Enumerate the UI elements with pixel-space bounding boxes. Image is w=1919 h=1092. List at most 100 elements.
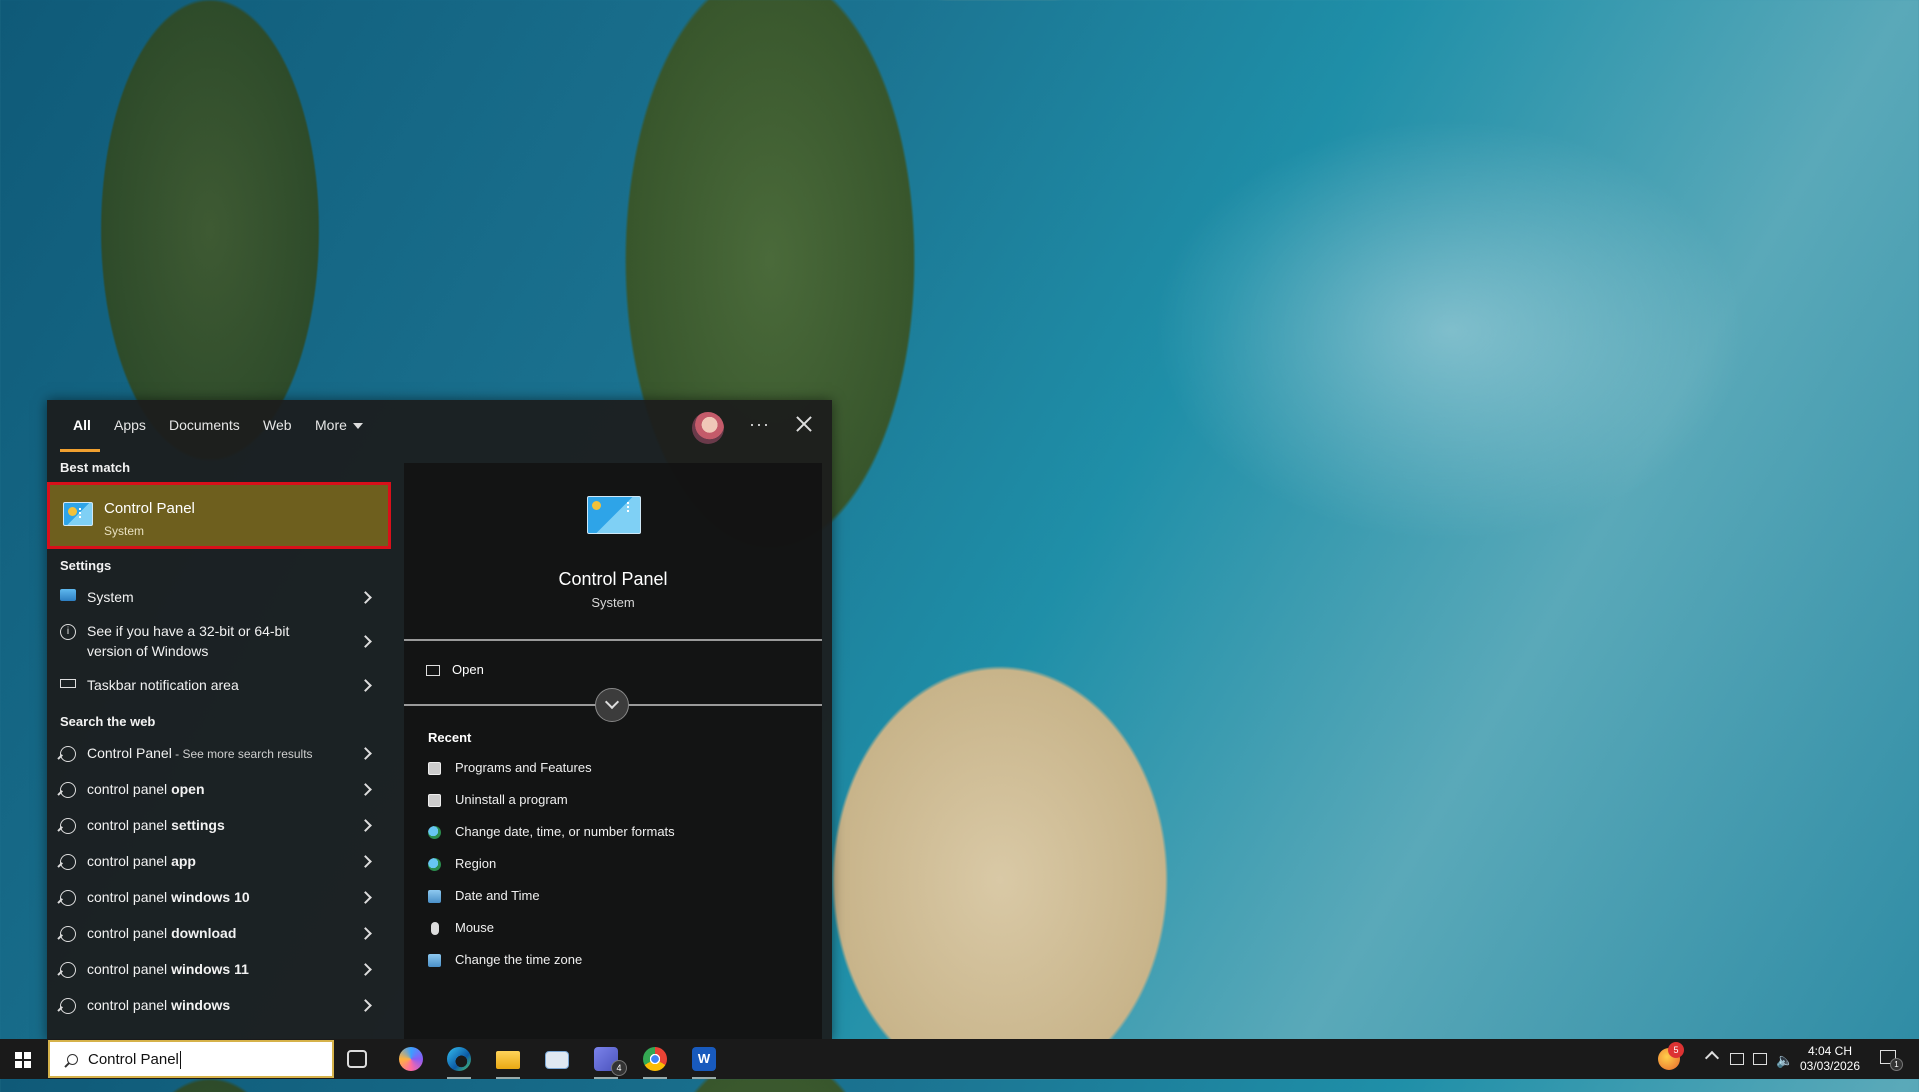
- web-result-bold: open: [171, 781, 205, 797]
- control-panel-icon: [587, 496, 641, 534]
- avatar[interactable]: [692, 412, 724, 444]
- search-icon: [60, 962, 76, 978]
- open-icon: [426, 665, 440, 677]
- recent-item-label: Region: [455, 856, 497, 871]
- input-indicator-icon[interactable]: [1730, 1053, 1744, 1065]
- preview-title: Control Panel: [558, 569, 668, 589]
- recent-item-label: Programs and Features: [455, 760, 592, 775]
- teams-badge: 4: [611, 1060, 627, 1076]
- chrome-icon[interactable]: [643, 1047, 667, 1071]
- text-cursor: [180, 1051, 181, 1069]
- chevron-right-icon: [359, 819, 372, 832]
- control-panel-icon: [63, 502, 93, 526]
- chevron-right-icon: [359, 679, 372, 692]
- recent-item-change-time-zone[interactable]: Change the time zone: [428, 952, 583, 968]
- volume-icon[interactable]: 🔈: [1776, 1052, 1793, 1092]
- best-match-control-panel[interactable]: Control Panel System: [47, 482, 391, 549]
- expand-button[interactable]: [595, 688, 629, 722]
- web-result-bold: app: [171, 853, 196, 869]
- tab-more-label: More: [315, 417, 347, 433]
- recent-item-programs-and-features[interactable]: Programs and Features: [428, 760, 592, 776]
- tab-documents[interactable]: Documents: [169, 417, 240, 433]
- web-result-app[interactable]: control panel app: [47, 843, 390, 879]
- settings-item-taskbar-notification-area[interactable]: Taskbar notification area: [47, 667, 390, 703]
- web-result-windows-11[interactable]: control panel windows 11: [47, 951, 390, 987]
- file-explorer-icon[interactable]: [496, 1051, 520, 1069]
- tab-all[interactable]: All: [73, 417, 91, 433]
- web-result-prefix: control panel: [87, 925, 172, 941]
- preview-pane: Control Panel System Open Recent Program…: [404, 463, 822, 1041]
- web-result-settings[interactable]: control panel settings: [47, 807, 390, 843]
- web-result-prefix: control panel: [87, 889, 172, 905]
- best-match-heading: Best match: [60, 460, 131, 475]
- web-result-download[interactable]: control panel download: [47, 915, 390, 951]
- taskbar: Control Panel 4 W 5 🔈 4:04 CH 03/03/2026…: [0, 1039, 1919, 1079]
- open-button[interactable]: Open: [426, 662, 484, 677]
- program-icon: [428, 794, 441, 808]
- clock-icon: [428, 890, 441, 904]
- monitor-icon: [60, 589, 76, 601]
- settings-item-system[interactable]: System: [47, 579, 390, 615]
- search-icon: [60, 818, 76, 834]
- network-icon[interactable]: [1753, 1053, 1767, 1065]
- mouse-icon: [431, 922, 439, 936]
- recent-item-uninstall-a-program[interactable]: Uninstall a program: [428, 792, 568, 808]
- recent-item-change-date-time-formats[interactable]: Change date, time, or number formats: [428, 824, 675, 840]
- copilot-icon[interactable]: [399, 1047, 423, 1071]
- info-icon: i: [60, 624, 76, 640]
- web-result-suffix: - See more search results: [171, 747, 313, 761]
- recent-item-label: Change the time zone: [455, 952, 583, 967]
- best-match-title: Control Panel: [104, 500, 195, 517]
- web-result-bold: windows: [171, 997, 231, 1013]
- recent-item-mouse[interactable]: Mouse: [428, 920, 495, 936]
- web-result-bold: settings: [171, 817, 225, 833]
- taskbar-search-input[interactable]: Control Panel: [48, 1040, 334, 1078]
- settings-item-label-line1: See if you have a 32-bit or 64-bit: [87, 623, 290, 639]
- search-icon: [67, 1054, 78, 1065]
- close-icon[interactable]: [792, 412, 816, 436]
- web-result-bold: windows 10: [171, 889, 250, 905]
- web-result-control-panel[interactable]: Control Panel - See more search results: [47, 735, 390, 771]
- clock[interactable]: 4:04 CH 03/03/2026: [1798, 1044, 1862, 1074]
- windows-start-icon[interactable]: [15, 1052, 31, 1068]
- recent-item-date-and-time[interactable]: Date and Time: [428, 888, 540, 904]
- recent-item-label: Mouse: [455, 920, 495, 935]
- web-result-prefix: control panel: [87, 961, 172, 977]
- web-result-prefix: control panel: [87, 853, 172, 869]
- chevron-up-icon[interactable]: [1704, 1050, 1720, 1066]
- notification-count: 1: [1890, 1058, 1903, 1071]
- search-icon: [60, 890, 76, 906]
- ellipsis-icon[interactable]: ···: [749, 414, 770, 435]
- chevron-right-icon: [359, 635, 372, 648]
- recent-item-region[interactable]: Region: [428, 856, 497, 872]
- settings-item-label-line2: version of Windows: [87, 643, 209, 659]
- chevron-right-icon: [359, 927, 372, 940]
- preview-subtitle: System: [591, 595, 635, 610]
- search-tabs: All Apps Documents Web More ···: [47, 400, 832, 452]
- recent-heading: Recent: [428, 730, 472, 745]
- web-result-windows[interactable]: control panel windows: [47, 987, 390, 1023]
- tab-more[interactable]: More: [315, 417, 363, 433]
- clock-time: 4:04 CH: [1807, 1044, 1853, 1058]
- chevron-right-icon: [359, 855, 372, 868]
- web-result-prefix: control panel: [87, 817, 172, 833]
- web-result-prefix: control panel: [87, 997, 172, 1013]
- tab-apps[interactable]: Apps: [114, 417, 146, 433]
- web-result-windows-10[interactable]: control panel windows 10: [47, 879, 390, 915]
- open-label: Open: [452, 662, 484, 677]
- mail-icon[interactable]: [545, 1051, 569, 1069]
- recent-item-label: Uninstall a program: [455, 792, 568, 807]
- web-result-open[interactable]: control panel open: [47, 771, 390, 807]
- tab-web[interactable]: Web: [263, 417, 292, 433]
- task-view-icon[interactable]: [347, 1050, 367, 1068]
- search-icon: [60, 926, 76, 942]
- chevron-right-icon: [359, 783, 372, 796]
- clock-icon: [428, 954, 441, 968]
- web-result-bold: download: [171, 925, 237, 941]
- chevron-right-icon: [359, 999, 372, 1012]
- edge-icon[interactable]: [447, 1047, 471, 1071]
- results-list: Best match Control Panel System Settings…: [47, 452, 391, 1041]
- settings-item-32-64-bit[interactable]: i See if you have a 32-bit or 64-bit ver…: [47, 615, 390, 667]
- search-icon: [60, 746, 76, 762]
- word-icon[interactable]: W: [692, 1047, 716, 1071]
